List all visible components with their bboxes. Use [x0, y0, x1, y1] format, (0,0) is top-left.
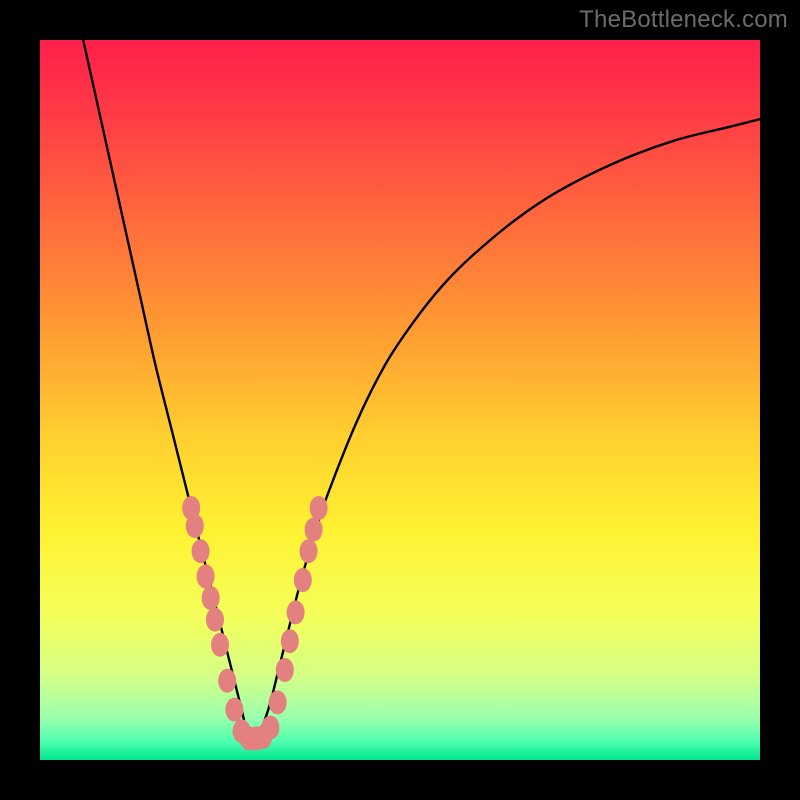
chart-frame: TheBottleneck.com: [0, 0, 800, 800]
curve-marker: [202, 586, 220, 610]
curve-marker: [261, 716, 279, 740]
curve-marker: [281, 629, 299, 653]
watermark-label: TheBottleneck.com: [579, 6, 788, 34]
bottleneck-chart: [40, 40, 760, 760]
curve-marker: [305, 518, 323, 542]
curve-marker: [269, 690, 287, 714]
curve-marker: [225, 698, 243, 722]
curve-marker: [206, 608, 224, 632]
curve-marker: [197, 564, 215, 588]
curve-marker: [300, 539, 318, 563]
curve-marker: [192, 539, 210, 563]
curve-marker: [186, 514, 204, 538]
curve-marker: [287, 600, 305, 624]
curve-marker: [310, 496, 328, 520]
curve-marker: [294, 568, 312, 592]
curve-marker: [276, 658, 294, 682]
curve-marker: [211, 633, 229, 657]
curve-marker: [218, 669, 236, 693]
